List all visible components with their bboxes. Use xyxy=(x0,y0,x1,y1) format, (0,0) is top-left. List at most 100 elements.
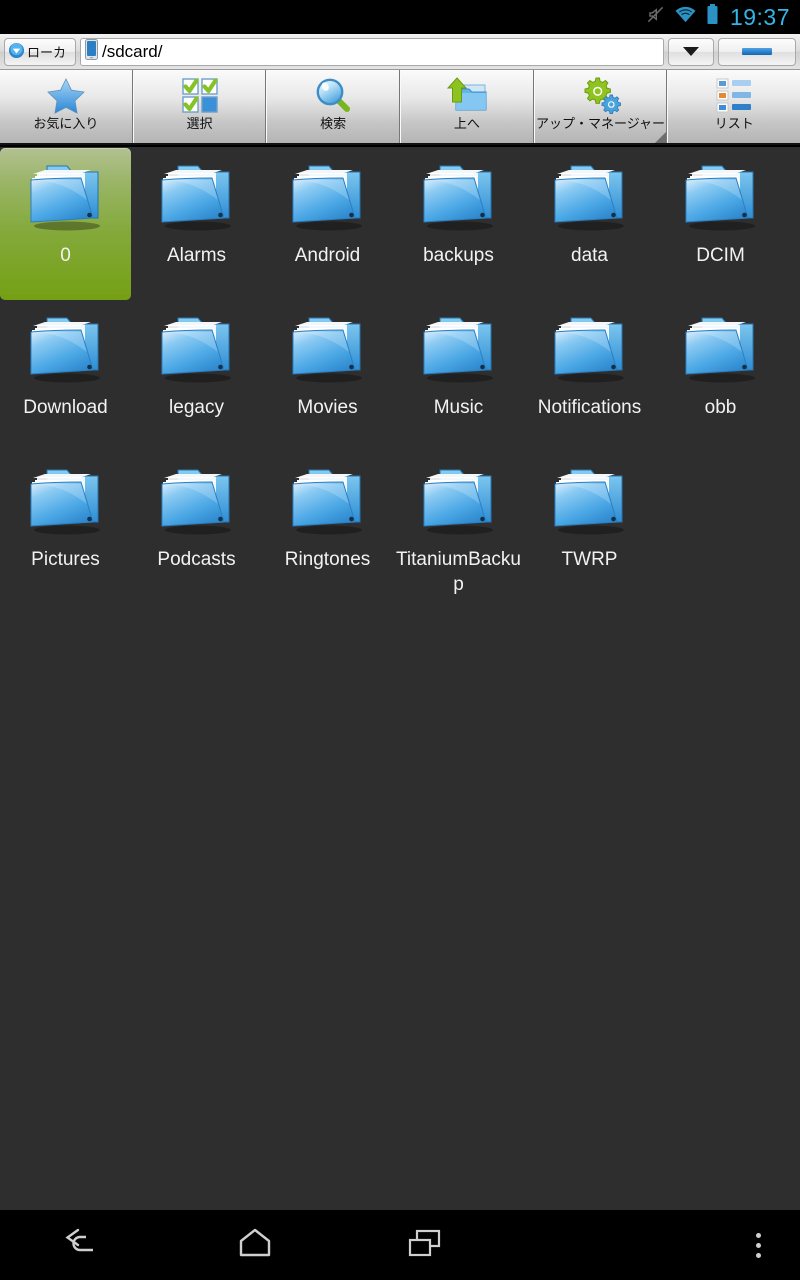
search-icon xyxy=(313,75,353,115)
toolbar-button-favorites[interactable]: お気に入り xyxy=(0,70,133,143)
file-grid-item-label: Music xyxy=(433,397,484,418)
nav-button-back[interactable] xyxy=(0,1210,170,1280)
folder-icon xyxy=(285,308,371,391)
location-selector-label: ローカ xyxy=(27,45,67,60)
path-value: /sdcard/ xyxy=(102,41,163,61)
nav-button-recents[interactable] xyxy=(340,1210,510,1280)
folder-icon xyxy=(154,156,240,239)
file-grid-item-label: legacy xyxy=(169,397,224,418)
status-bar-icons xyxy=(646,4,719,30)
blue-dropdown-icon xyxy=(8,42,25,62)
folder-icon xyxy=(547,460,633,543)
toolbar-label-favorites: お気に入り xyxy=(33,116,99,131)
overflow-menu-icon xyxy=(755,1232,761,1238)
toolbar-button-search[interactable]: 検索 xyxy=(266,70,401,143)
file-grid-item[interactable]: Podcasts xyxy=(131,452,262,604)
toolbar-button-select[interactable]: 選択 xyxy=(132,70,267,143)
star-icon xyxy=(45,75,87,115)
file-grid-item[interactable]: Ringtones xyxy=(262,452,393,604)
file-grid-item[interactable]: Movies xyxy=(262,300,393,452)
folder-icon xyxy=(547,156,633,239)
file-grid-item[interactable]: Alarms xyxy=(131,148,262,300)
nav-button-home[interactable] xyxy=(170,1210,340,1280)
file-grid-item-label: Pictures xyxy=(31,549,100,570)
file-grid-item[interactable]: obb xyxy=(655,300,786,452)
file-grid-item-label: DCIM xyxy=(696,245,745,266)
file-grid-item-label: backups xyxy=(423,245,494,266)
file-grid-item[interactable]: Android xyxy=(262,148,393,300)
file-grid-item[interactable]: backups xyxy=(393,148,524,300)
folder-icon xyxy=(416,308,502,391)
folder-icon xyxy=(416,460,502,543)
folder-icon xyxy=(678,308,764,391)
folder-icon xyxy=(154,460,240,543)
device-storage-icon xyxy=(85,38,98,65)
file-grid: 0 Alarms Android backups data DCIM Downl… xyxy=(0,147,800,1210)
back-arrow-icon xyxy=(63,1226,107,1265)
toolbar-button-list-view[interactable]: リスト xyxy=(667,70,800,143)
toolbar-button-app-manager[interactable]: アップ・マネージャー xyxy=(533,70,668,143)
file-grid-item-selected[interactable]: 0 xyxy=(0,148,131,300)
file-grid-item[interactable]: Notifications xyxy=(524,300,655,452)
file-grid-item[interactable]: TitaniumBackup xyxy=(393,452,524,604)
folder-icon xyxy=(23,308,109,391)
location-selector-button[interactable]: ローカ xyxy=(4,37,76,66)
folder-icon xyxy=(416,156,502,239)
folder-icon xyxy=(547,308,633,391)
address-bar: ローカ /sdcard/ xyxy=(0,34,800,70)
folder-up-icon xyxy=(445,75,489,115)
overflow-menu-dot xyxy=(755,1252,761,1258)
file-grid-item-label: Podcasts xyxy=(157,549,236,570)
file-grid-item[interactable]: TWRP xyxy=(524,452,655,604)
file-grid-item[interactable]: Music xyxy=(393,300,524,452)
main-toolbar: お気に入り 選択 検索 上へ アップ・マネージャー リスト xyxy=(0,70,800,145)
file-grid-item-label: Android xyxy=(294,245,361,266)
path-history-dropdown-button[interactable] xyxy=(668,37,714,66)
battery-icon xyxy=(706,4,719,30)
file-grid-item-label: Notifications xyxy=(537,397,642,418)
file-grid-item[interactable]: DCIM xyxy=(655,148,786,300)
minimize-icon xyxy=(742,48,772,55)
toolbar-label-app-manager: アップ・マネージャー xyxy=(535,116,666,131)
folder-icon xyxy=(154,308,240,391)
minimize-toolbar-button[interactable] xyxy=(718,37,796,66)
file-grid-item-label: Download xyxy=(23,397,108,418)
folder-icon xyxy=(23,460,109,543)
file-grid-item-label: obb xyxy=(704,397,737,418)
toolbar-label-search: 検索 xyxy=(320,116,347,131)
checkbox-grid-icon xyxy=(180,75,220,115)
gears-icon xyxy=(579,75,623,115)
file-grid-item-label: data xyxy=(571,245,608,266)
status-bar-clock: 19:37 xyxy=(729,3,790,30)
file-grid-item[interactable]: legacy xyxy=(131,300,262,452)
file-grid-item-label: 0 xyxy=(60,245,71,266)
file-grid-item-label: Movies xyxy=(297,397,358,418)
folder-icon xyxy=(285,460,371,543)
file-grid-item-label: TitaniumBackup xyxy=(396,549,521,595)
recent-apps-icon xyxy=(407,1227,443,1264)
home-icon xyxy=(237,1227,273,1264)
toolbar-label-list-view: リスト xyxy=(714,116,754,131)
file-grid-item[interactable]: Download xyxy=(0,300,131,452)
list-view-icon xyxy=(709,75,759,115)
file-grid-item-label: Alarms xyxy=(166,245,227,266)
file-grid-item[interactable]: data xyxy=(524,148,655,300)
overflow-menu-dot xyxy=(755,1242,761,1248)
chevron-down-icon xyxy=(683,47,699,56)
file-grid-item[interactable]: Pictures xyxy=(0,452,131,604)
nav-button-more[interactable] xyxy=(728,1210,788,1280)
toolbar-button-up[interactable]: 上へ xyxy=(400,70,534,143)
system-navigation-bar xyxy=(0,1210,800,1280)
wifi-icon xyxy=(674,5,697,29)
toolbar-label-select: 選択 xyxy=(186,116,213,131)
path-input[interactable]: /sdcard/ xyxy=(80,37,664,66)
folder-icon xyxy=(285,156,371,239)
folder-icon xyxy=(23,156,109,239)
overflow-corner-icon xyxy=(655,132,667,143)
folder-icon xyxy=(678,156,764,239)
status-bar: 19:37 xyxy=(0,0,800,34)
file-grid-item-label: TWRP xyxy=(561,549,618,570)
silent-mode-icon xyxy=(646,5,665,29)
toolbar-label-up: 上へ xyxy=(453,116,480,131)
file-grid-item-label: Ringtones xyxy=(284,549,371,570)
